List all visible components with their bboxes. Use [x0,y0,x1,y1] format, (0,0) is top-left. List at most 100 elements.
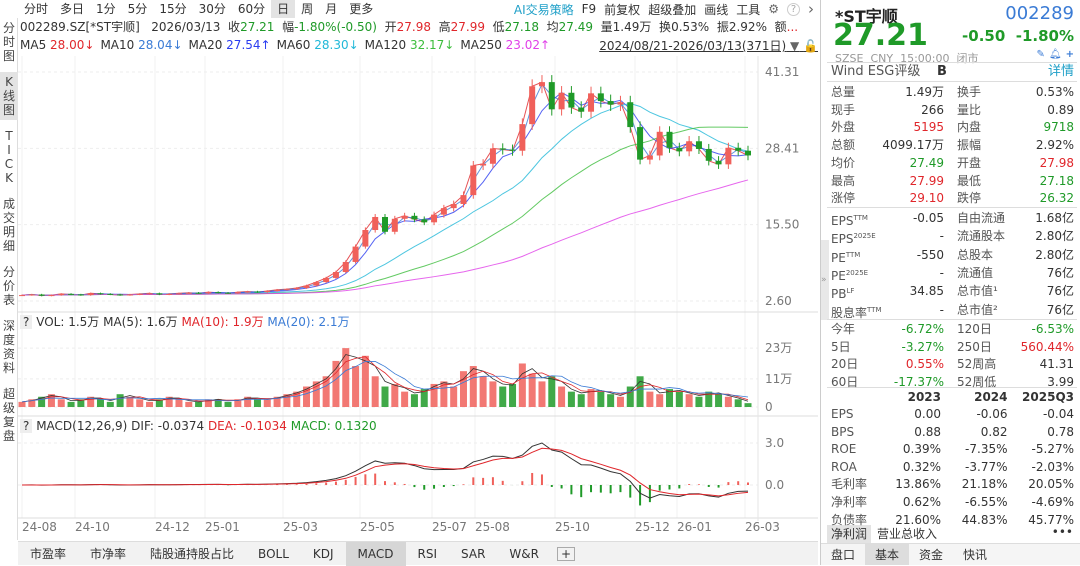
return-value: 560.44% [1020,339,1074,354]
date-range-text[interactable]: 2024/08/21-2026/03/13(371日) [599,39,786,53]
volume-bar [342,348,350,407]
stock-code-link[interactable]: 002289 [1005,3,1074,24]
volume-bar [577,394,585,407]
collapse-handle[interactable]: » [821,240,829,320]
candle [28,294,35,296]
period-tab-1分[interactable]: 1分 [90,0,122,18]
tool-画线[interactable]: 画线 [704,1,728,18]
return-label: 52周高 [957,357,997,371]
ma-label-MA250: MA250 [460,38,506,52]
add-indicator-button[interactable]: + [556,546,576,561]
stat-value: 5195 [913,120,944,135]
candle [646,155,653,160]
panel-tab-资金[interactable]: 资金 [909,544,953,565]
panel-tab-快讯[interactable]: 快讯 [953,544,997,565]
amount-label: 额 [774,20,787,34]
turnover-label: 换 [659,20,672,34]
period-tab-更多[interactable]: 更多 [343,0,379,18]
indicator-tab-市净率[interactable]: 市净率 [78,542,138,566]
left-tab-超级复盘[interactable]: 超级复盘 [0,384,18,446]
period-tab-60分[interactable]: 60分 [232,0,271,18]
esg-detail-link[interactable]: 详情 [1048,63,1074,81]
indicator-tab-BOLL[interactable]: BOLL [246,542,301,566]
candle [529,86,536,125]
period-tab-日[interactable]: 日 [271,0,296,18]
valuation-label-suffix: LF [846,287,855,296]
left-tab-分时图[interactable]: 分时图 [0,18,18,66]
indicator-tab-市盈率[interactable]: 市盈率 [18,542,78,566]
gear-icon[interactable]: ⚙ [768,2,779,16]
help-icon[interactable]: ? [787,2,800,16]
left-tab-深度资料[interactable]: 深度资料 [0,316,18,378]
stat-value: 27.98 [1039,155,1074,170]
left-tab-K线图[interactable]: K线图 [0,72,18,120]
period-tab-月[interactable]: 月 [319,0,343,18]
valuation-row: PBLF 34.85 总市值¹ 76亿 [831,282,1074,301]
time-axis-label: 25-03 [283,520,318,534]
period-tab-15分[interactable]: 15分 [153,0,192,18]
left-tab-char: 图 [2,103,15,117]
candle [126,294,133,296]
candle [421,219,428,223]
time-axis-label: 25-07 [432,520,467,534]
period-tab-30分[interactable]: 30分 [193,0,232,18]
period-tab-5分[interactable]: 5分 [122,0,154,18]
volume-axis-label: 0 [765,400,773,414]
ma-legend: MA5 28.00↓ MA10 28.04↓ MA20 27.54↑ MA60 28.… [20,36,556,54]
chevron-right-icon[interactable]: › [808,0,814,18]
stat-label: 涨停 [831,191,856,206]
indicator-tab-陆股通持股占比[interactable]: 陆股通持股占比 [138,542,246,566]
period-tab-多日[interactable]: 多日 [54,0,90,18]
volume-bar [116,394,124,407]
kline-chart[interactable]: 41.31 28.41 15.50 2.60 23万 11万 0 24-08 24-10 24-1… [18,56,818,541]
financial-row: ROA 0.32% -3.77% -2.03% [831,458,1074,476]
tool-工具[interactable]: 工具 [736,1,760,18]
financial-label: ROA [831,459,857,474]
add-icon[interactable]: + [1066,49,1074,60]
tool-超级叠加[interactable]: 超级叠加 [648,1,696,18]
left-tab-char: 线 [2,89,15,103]
volume-bar [410,394,418,407]
candle [401,215,408,219]
period-tab-分时[interactable]: 分时 [18,0,54,18]
tool-AI交易策略[interactable]: AI交易策略 [514,1,574,18]
period-tab-周[interactable]: 周 [295,0,319,18]
dropdown-arrow-icon[interactable]: ▼ [790,39,799,53]
alert-bell-icon[interactable]: 🔔︎ [1049,49,1062,60]
date-range-selector[interactable]: 2024/08/21-2026/03/13(371日) ▼ 🔓 [599,37,818,54]
tool-前复权[interactable]: 前复权 [604,1,640,18]
panel-tab-基本[interactable]: 基本 [865,544,910,565]
financial-year: 2025Q3 [1022,390,1074,404]
return-label: 5日 [831,339,851,354]
left-tab-char: K [5,75,13,89]
valuation-value: 34.85 [909,284,944,299]
stat-value: 266 [921,102,944,117]
candle [509,149,516,151]
candle [225,292,232,294]
indicator-tab-KDJ[interactable]: KDJ [301,542,346,566]
left-tab-分价表[interactable]: 分价表 [0,262,18,310]
ma-value-MA5: 28.00↓ [50,38,95,52]
tool-F9[interactable]: F9 [582,2,597,16]
volume-help-button[interactable]: ? [20,315,33,329]
volume-bar [263,399,271,407]
candle [686,141,693,152]
left-tab-成交明细[interactable]: 成交明细 [0,194,18,256]
valuation-label-suffix: TTM [867,305,882,314]
indicator-tab-SAR[interactable]: SAR [449,542,497,566]
candle [362,230,369,247]
indicator-tab-MACD[interactable]: MACD [345,541,406,566]
candle [38,294,45,296]
indicator-tab-W&R[interactable]: W&R [497,542,551,566]
lock-icon[interactable]: 🔓 [803,39,818,53]
stat-value: 4099.17万 [882,138,944,153]
left-tab-TICK[interactable]: TICK [0,126,18,188]
candle [264,290,271,293]
left-tab-char: 明 [2,225,15,239]
candle [607,101,614,105]
panel-tab-盘口[interactable]: 盘口 [821,544,865,565]
volume-bar [567,391,575,407]
macd-help-button[interactable]: ? [20,419,33,433]
indicator-tab-RSI[interactable]: RSI [406,542,450,566]
edit-icon[interactable]: ✎ [1037,49,1045,60]
